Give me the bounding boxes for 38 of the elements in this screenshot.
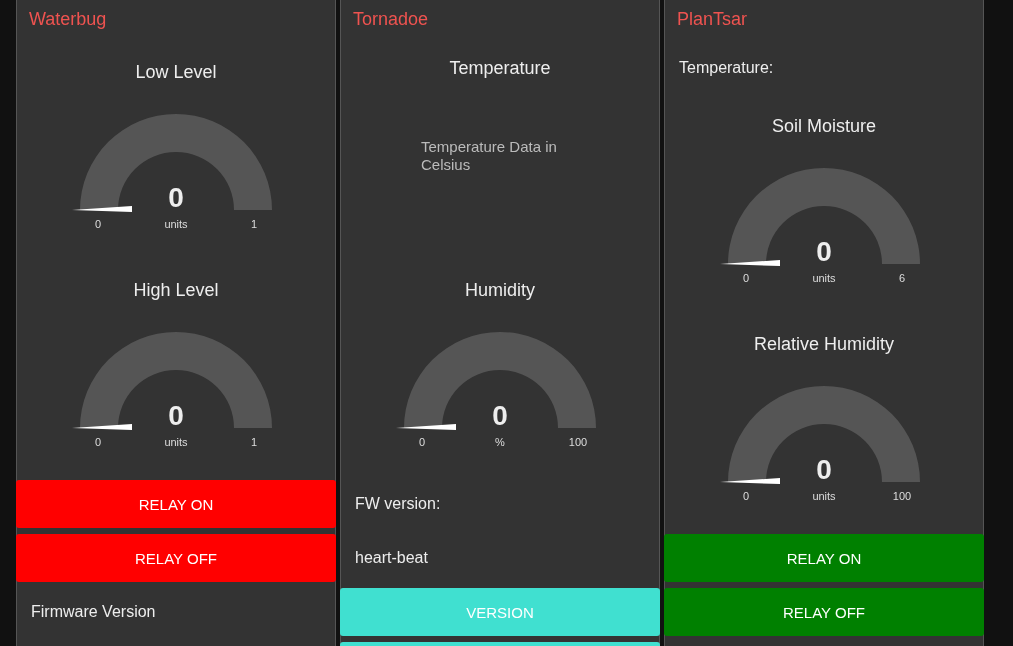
gauge-title: Soil Moisture [771, 115, 876, 137]
relay-button[interactable]: RELAY OFF [16, 534, 336, 582]
gauge-value: 0 [168, 182, 184, 213]
gauge-units: units [164, 218, 188, 230]
gauge-value: 0 [816, 236, 832, 267]
text-label: Firmware Version [31, 603, 156, 621]
gauge-min: 0 [94, 436, 102, 448]
group-title: PlanTsar [677, 8, 748, 30]
gauge-title: Low Level [135, 61, 217, 83]
relay-button[interactable]: RELAY ON [16, 480, 336, 528]
gauge-max: 100 [568, 436, 588, 448]
gauge-value: 0 [168, 400, 184, 431]
gauge-title: Humidity [465, 279, 535, 301]
group-title: Waterbug [29, 8, 107, 30]
gauge-min: 0 [94, 218, 102, 230]
panel-title: Temperature [449, 57, 551, 79]
gauge-title: Relative Humidity [753, 333, 894, 355]
gauge-max: 6 [898, 272, 906, 284]
gauge-units: units [812, 490, 836, 502]
gauge-min: 0 [742, 490, 750, 502]
relay-button[interactable]: RELAY ON [664, 534, 984, 582]
gauge-max: 100 [892, 490, 912, 502]
gauge-min: 0 [418, 436, 426, 448]
gauge-units: % [495, 436, 505, 448]
gauge-units: units [164, 436, 188, 448]
text-label: FW version: [355, 495, 441, 513]
relay-button[interactable]: RELAY OFF [664, 588, 984, 636]
gauge-value: 0 [492, 400, 508, 431]
gauge-title: High Level [133, 279, 219, 301]
gauge-max: 1 [250, 218, 258, 230]
gauge-units: units [812, 272, 836, 284]
text-label: heart-beat [355, 549, 428, 567]
gauge-max: 1 [250, 436, 258, 448]
group-title: Tornadoe [353, 8, 429, 30]
panel-text: Temperature Data in Celsius [421, 138, 558, 174]
gauge-min: 0 [742, 272, 750, 284]
gauge-value: 0 [816, 454, 832, 485]
text-label: Temperature: [679, 59, 774, 77]
